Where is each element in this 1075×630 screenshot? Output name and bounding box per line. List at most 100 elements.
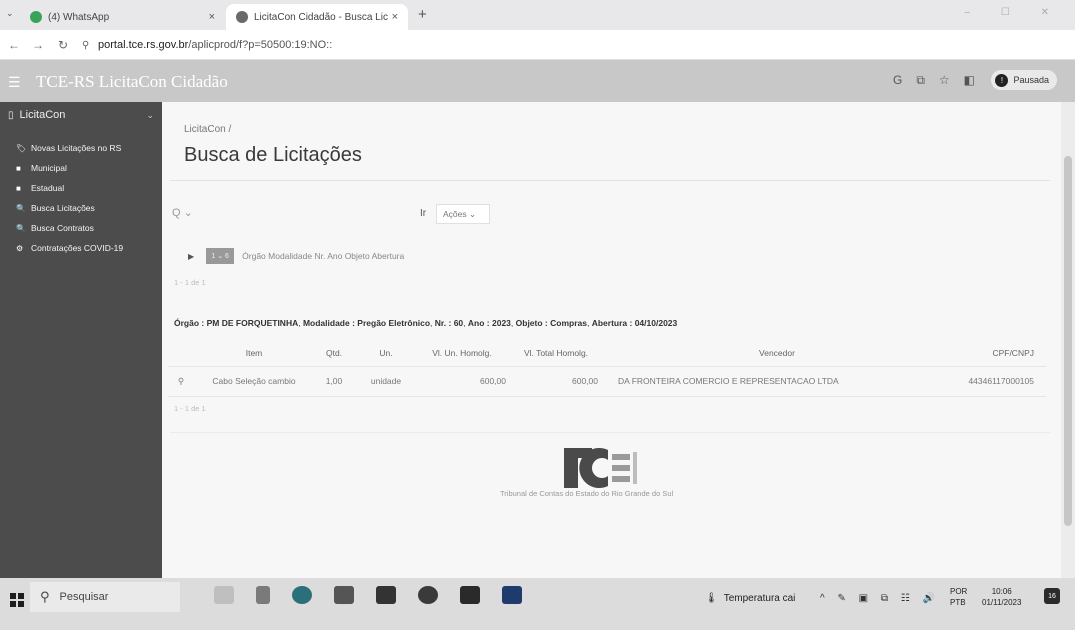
profile-avatar: ! bbox=[995, 73, 1009, 87]
close-tab-icon[interactable]: × bbox=[392, 11, 398, 23]
breadcrumb[interactable]: LicitaCon / bbox=[184, 124, 231, 135]
address-bar: ← → ↻ ⚲ portal.tce.rs.gov.br/aplicprod/f… bbox=[0, 30, 1075, 60]
sidebar-header[interactable]: ▯ LicitaCon ⌄ bbox=[0, 102, 162, 128]
whatsapp-icon bbox=[30, 11, 42, 23]
sidebar-item-label: Busca Licitações bbox=[31, 203, 95, 213]
table-header-icon bbox=[168, 340, 194, 367]
column-header-qtd[interactable]: Qtd. bbox=[314, 340, 354, 367]
sidebar-item-busca-licitacoes[interactable]: 🔍 Busca Licitações bbox=[0, 198, 162, 218]
star-icon[interactable]: ☆ bbox=[939, 73, 950, 88]
tce-favicon-icon bbox=[236, 11, 248, 23]
taskbar-search-placeholder: Pesquisar bbox=[59, 591, 109, 603]
profile-button[interactable]: ! Pausada bbox=[991, 70, 1057, 90]
chevron-down-icon: ⌄ bbox=[146, 109, 154, 120]
filter-badge[interactable]: 1 ⌄ 6 bbox=[206, 248, 235, 264]
forward-arrow-icon[interactable]: → bbox=[32, 38, 44, 52]
results-table: Item Qtd. Un. Vl. Un. Homolg. Vl. Total … bbox=[168, 340, 1046, 397]
store-icon[interactable] bbox=[460, 586, 480, 604]
system-clock[interactable]: 10:06 01/11/2023 bbox=[982, 586, 1021, 608]
table-row: ⚲ Cabo Seleção cambio 1,00 unidade 600,0… bbox=[168, 366, 1046, 397]
weather-widget-icon[interactable] bbox=[214, 586, 234, 604]
sidebar-item-label: Contratações COVID-19 bbox=[31, 243, 124, 253]
sidebar-item-novas-licitacoes[interactable]: 🏷 Novas Licitações no RS bbox=[0, 138, 162, 158]
gear-icon: ⚙ bbox=[16, 243, 24, 253]
notification-center-icon[interactable]: 16 bbox=[1044, 588, 1060, 604]
actions-menu-button[interactable]: Ações ⌄ bbox=[436, 204, 490, 224]
expand-triangle-icon[interactable]: ▶ bbox=[188, 252, 194, 261]
thermometer-icon: 🌡 bbox=[705, 593, 718, 604]
system-tray-icons[interactable]: ^ ✎ ▣ ⧉ ☷ 🔊 bbox=[820, 593, 940, 604]
windows-start-icon[interactable] bbox=[10, 593, 24, 607]
sidebar-item-busca-contratos[interactable]: 🔍 Busca Contratos bbox=[0, 218, 162, 238]
window-controls[interactable]: – ☐ ✕ bbox=[965, 7, 1063, 18]
column-header-item[interactable]: Item bbox=[194, 340, 314, 367]
weather-widget[interactable]: 🌡 Temperatura cai bbox=[705, 593, 795, 604]
back-arrow-icon[interactable]: ← bbox=[8, 38, 20, 52]
column-header-vl-un[interactable]: Vl. Un. Homolg. bbox=[418, 340, 514, 367]
main-content: LicitaCon / Busca de Licitações Q ⌄ Ir A… bbox=[162, 102, 1075, 578]
language-indicator[interactable]: POR PTB bbox=[950, 586, 967, 608]
sidebar-item-covid[interactable]: ⚙ Contratações COVID-19 bbox=[0, 238, 162, 258]
tab-whatsapp[interactable]: (4) WhatsApp × bbox=[20, 4, 225, 30]
taskbar-search-box[interactable]: ⚲ Pesquisar bbox=[30, 582, 180, 612]
group-header: Órgão : PM DE FORQUETINHA, Modalidade : … bbox=[174, 318, 678, 328]
new-tab-button[interactable]: + bbox=[418, 6, 427, 23]
google-icon[interactable]: G bbox=[893, 73, 902, 88]
url-field[interactable]: portal.tce.rs.gov.br/aplicprod/f?p=50500… bbox=[98, 39, 332, 51]
share-icon[interactable]: ⧉ bbox=[916, 73, 925, 88]
site-info-icon[interactable]: ⚲ bbox=[82, 40, 89, 51]
browser-action-icons: G ⧉ ☆ ◧ bbox=[893, 73, 975, 88]
sidebar-item-estadual[interactable]: ■ Estadual bbox=[0, 178, 162, 198]
taskbar-apps bbox=[214, 586, 522, 604]
word-icon[interactable] bbox=[502, 586, 522, 604]
reload-icon[interactable]: ↻ bbox=[58, 38, 68, 52]
cell-item: Cabo Seleção cambio bbox=[194, 366, 314, 397]
tab-licitacon[interactable]: LicitaCon Cidadão - Busca Lic × bbox=[226, 4, 408, 30]
sidebar-item-label: Busca Contratos bbox=[31, 223, 94, 233]
sidebar: ▯ LicitaCon ⌄ 🏷 Novas Licitações no RS ■… bbox=[0, 102, 162, 578]
app-header: ☰ TCE-RS LicitaCon Cidadão G ⧉ ☆ ◧ ! Pau… bbox=[0, 60, 1075, 116]
document-icon: ▯ bbox=[8, 109, 14, 121]
app-title: TCE-RS LicitaCon Cidadão bbox=[36, 72, 228, 91]
search-icon[interactable]: Q ⌄ bbox=[172, 206, 193, 219]
close-tab-icon[interactable]: × bbox=[209, 11, 215, 23]
cell-un: unidade bbox=[354, 366, 418, 397]
column-header-vl-total[interactable]: Vl. Total Homolg. bbox=[514, 340, 606, 367]
divider bbox=[170, 180, 1050, 181]
column-header-vencedor[interactable]: Vencedor bbox=[606, 340, 936, 367]
column-header-cpf-cnpj[interactable]: CPF/CNPJ bbox=[936, 340, 1046, 367]
mail-icon[interactable] bbox=[376, 586, 396, 604]
cell-vl-total: 600,00 bbox=[514, 366, 606, 397]
clock-time: 10:06 bbox=[991, 587, 1012, 596]
browser-tab-strip: ⌄ (4) WhatsApp × LicitaCon Cidadão - Bus… bbox=[0, 0, 1075, 30]
pagination-bottom: 1 - 1 de 1 bbox=[174, 404, 206, 413]
windows-taskbar: ⚲ Pesquisar 🌡 Temperatura cai ^ ✎ ▣ ⧉ ☷ … bbox=[0, 578, 1075, 630]
filter-columns-text: Órgão Modalidade Nr. Ano Objeto Abertura bbox=[242, 251, 405, 261]
go-button[interactable]: Ir bbox=[420, 208, 426, 219]
tab-search-icon[interactable]: ⌄ bbox=[6, 8, 14, 19]
column-header-un[interactable]: Un. bbox=[354, 340, 418, 367]
sidebar-item-municipal[interactable]: ■ Municipal bbox=[0, 158, 162, 178]
scrollbar-thumb[interactable] bbox=[1064, 156, 1072, 526]
search-icon: ⚲ bbox=[40, 589, 50, 604]
divider bbox=[170, 432, 1050, 433]
report-filter-row: ▶ 1 ⌄ 6 Órgão Modalidade Nr. Ano Objeto … bbox=[188, 248, 404, 264]
chrome-icon[interactable] bbox=[418, 586, 438, 604]
search-icon: 🔍 bbox=[16, 223, 26, 233]
sidebar-item-label: Municipal bbox=[31, 163, 67, 173]
file-explorer-icon[interactable] bbox=[334, 586, 354, 604]
scrollbar[interactable] bbox=[1061, 102, 1075, 578]
task-view-icon[interactable] bbox=[256, 586, 270, 604]
footer-caption: Tribunal de Contas do Estado do Rio Gran… bbox=[500, 489, 674, 498]
sidepanel-icon[interactable]: ◧ bbox=[964, 73, 975, 88]
profile-label: Pausada bbox=[1013, 75, 1049, 85]
search-icon: 🔍 bbox=[16, 203, 26, 213]
sidebar-item-label: Estadual bbox=[31, 183, 65, 193]
edge-icon[interactable] bbox=[292, 586, 312, 604]
row-search-icon[interactable]: ⚲ bbox=[168, 366, 194, 397]
clock-date: 01/11/2023 bbox=[982, 598, 1022, 607]
cell-vencedor: DA FRONTEIRA COMERCIO E REPRESENTACAO LT… bbox=[606, 366, 936, 397]
page-title: Busca de Licitações bbox=[184, 144, 362, 166]
menu-icon[interactable]: ☰ bbox=[8, 74, 21, 91]
weather-text: Temperatura cai bbox=[723, 593, 796, 604]
